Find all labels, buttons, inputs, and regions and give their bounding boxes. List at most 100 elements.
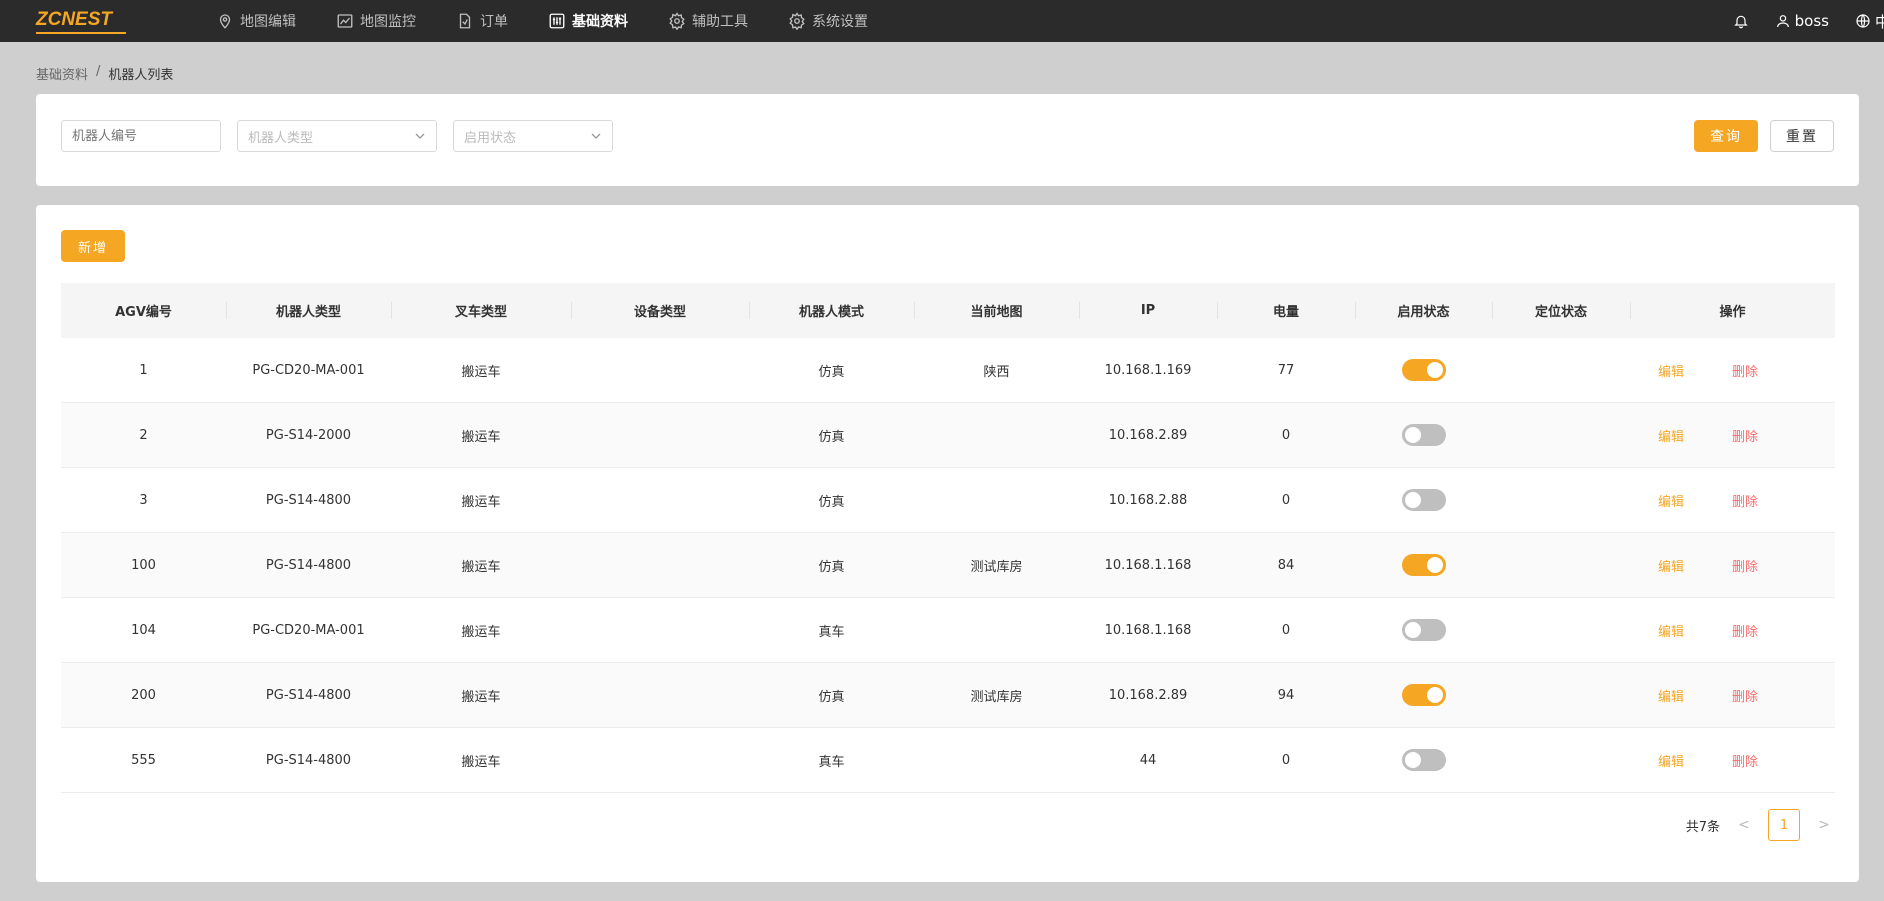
chevron-down-icon bbox=[591, 133, 601, 139]
enabled-toggle[interactable] bbox=[1401, 684, 1446, 706]
notification-button[interactable] bbox=[1733, 13, 1749, 29]
cell-actions: 编辑 删除 bbox=[1630, 468, 1835, 533]
cell-enabled bbox=[1355, 468, 1492, 533]
cell-ip: 44 bbox=[1139, 752, 1157, 768]
prev-page-button[interactable]: < bbox=[1734, 817, 1754, 833]
cell-ip: 10.168.2.88 bbox=[1108, 492, 1188, 508]
cell-agv-no: 1 bbox=[139, 362, 148, 378]
edit-link[interactable]: 编辑 bbox=[1658, 556, 1684, 575]
cell-agv-no: 104 bbox=[131, 622, 156, 638]
query-button[interactable]: 查询 bbox=[1694, 120, 1758, 152]
cell-robot-type: PG-CD20-MA-001 bbox=[252, 362, 365, 378]
logo-underline bbox=[36, 31, 126, 34]
logo-text: ZCNEST bbox=[36, 8, 112, 30]
language-switch[interactable]: 中 bbox=[1855, 11, 1884, 32]
header-robot-mode: 机器人模式 bbox=[749, 283, 914, 338]
cell-ip: 10.168.1.168 bbox=[1104, 622, 1192, 638]
edit-link[interactable]: 编辑 bbox=[1658, 621, 1684, 640]
cell-ip: 10.168.2.89 bbox=[1108, 427, 1188, 443]
header-robot-type: 机器人类型 bbox=[226, 283, 391, 338]
username: boss bbox=[1794, 12, 1829, 30]
edit-link[interactable]: 编辑 bbox=[1658, 491, 1684, 510]
next-page-button[interactable]: > bbox=[1814, 817, 1834, 833]
cell-battery: 0 bbox=[1281, 752, 1291, 768]
cell-fork-type: 搬运车 bbox=[461, 364, 501, 380]
cell-locate-status bbox=[1492, 728, 1630, 793]
enabled-toggle[interactable] bbox=[1401, 619, 1446, 641]
edit-link[interactable]: 编辑 bbox=[1658, 686, 1684, 705]
nav-item-orders[interactable]: 订单 bbox=[456, 0, 508, 42]
document-icon bbox=[459, 13, 471, 29]
cell-robot-mode: 仿真 bbox=[818, 364, 845, 380]
nav-item-label: 基础资料 bbox=[572, 14, 628, 30]
cell-battery: 84 bbox=[1277, 557, 1295, 573]
cell-enabled bbox=[1355, 598, 1492, 663]
header-actions: 操作 bbox=[1630, 283, 1835, 338]
breadcrumb-parent[interactable]: 基础资料 bbox=[36, 64, 88, 83]
breadcrumb-separator: / bbox=[96, 64, 101, 79]
status-select[interactable]: 启用状态 bbox=[453, 120, 613, 152]
table-row: 3 PG-S14-4800 搬运车 仿真 10.168.2.88 0 编辑 删除 bbox=[61, 468, 1835, 533]
gear-icon bbox=[789, 12, 805, 30]
robot-type-placeholder: 机器人类型 bbox=[248, 130, 314, 146]
cell-robot-mode: 仿真 bbox=[818, 494, 845, 510]
edit-link[interactable]: 编辑 bbox=[1658, 751, 1684, 770]
cell-fork-type: 搬运车 bbox=[461, 689, 501, 705]
nav-item-label: 地图编辑 bbox=[240, 14, 296, 30]
robot-type-select[interactable]: 机器人类型 bbox=[237, 120, 437, 152]
add-robot-button[interactable]: 新增 bbox=[61, 230, 125, 262]
user-icon bbox=[1776, 15, 1789, 28]
brand-logo[interactable]: ZCNEST bbox=[36, 6, 126, 36]
language-label: 中 bbox=[1874, 12, 1884, 31]
robot-no-input[interactable] bbox=[61, 120, 221, 152]
cell-device-type bbox=[571, 468, 749, 533]
edit-link[interactable]: 编辑 bbox=[1658, 361, 1684, 380]
cell-robot-mode: 真车 bbox=[818, 754, 845, 770]
nav-item-aux-tools[interactable]: 辅助工具 bbox=[668, 0, 748, 42]
delete-link[interactable]: 删除 bbox=[1732, 426, 1758, 445]
header-locate-status: 定位状态 bbox=[1492, 283, 1630, 338]
page-1-button[interactable]: 1 bbox=[1768, 809, 1800, 841]
enabled-toggle[interactable] bbox=[1401, 489, 1446, 511]
nav-item-label: 订单 bbox=[480, 14, 508, 30]
enabled-toggle[interactable] bbox=[1401, 554, 1446, 576]
cell-robot-type: PG-S14-4800 bbox=[265, 492, 352, 508]
edit-link[interactable]: 编辑 bbox=[1658, 426, 1684, 445]
cell-current-map: 陕西 bbox=[983, 364, 1010, 380]
cell-device-type bbox=[571, 728, 749, 793]
cell-current-map: 测试库房 bbox=[970, 559, 1023, 575]
enabled-toggle[interactable] bbox=[1401, 424, 1446, 446]
table-header: AGV编号 机器人类型 叉车类型 设备类型 机器人模式 当前地图 IP 电量 启… bbox=[61, 283, 1835, 338]
nav-item-label: 辅助工具 bbox=[692, 14, 748, 30]
nav-item-system-settings[interactable]: 系统设置 bbox=[788, 0, 868, 42]
cell-robot-mode: 真车 bbox=[818, 624, 845, 640]
cell-actions: 编辑 删除 bbox=[1630, 403, 1835, 468]
delete-link[interactable]: 删除 bbox=[1732, 556, 1758, 575]
table-row: 2 PG-S14-2000 搬运车 仿真 10.168.2.89 0 编辑 删除 bbox=[61, 403, 1835, 468]
nav-item-map-monitor[interactable]: 地图监控 bbox=[336, 0, 416, 42]
cell-agv-no: 2 bbox=[139, 427, 148, 443]
delete-link[interactable]: 删除 bbox=[1732, 491, 1758, 510]
delete-link[interactable]: 删除 bbox=[1732, 361, 1758, 380]
top-navbar: ZCNEST 地图编辑 地图监控 订单 基础资料 辅助工具 系统设置 boss … bbox=[0, 0, 1884, 42]
nav-item-basic-data[interactable]: 基础资料 bbox=[548, 0, 628, 42]
toggle-knob bbox=[1404, 427, 1421, 443]
cell-fork-type: 搬运车 bbox=[461, 559, 501, 575]
toggle-knob bbox=[1426, 362, 1443, 378]
nav-item-map-edit[interactable]: 地图编辑 bbox=[216, 0, 296, 42]
cell-enabled bbox=[1355, 338, 1492, 403]
globe-icon bbox=[1856, 14, 1870, 28]
header-enabled: 启用状态 bbox=[1355, 283, 1492, 338]
cell-robot-mode: 仿真 bbox=[818, 559, 845, 575]
cell-enabled bbox=[1355, 728, 1492, 793]
enabled-toggle[interactable] bbox=[1401, 749, 1446, 771]
cell-robot-type: PG-S14-4800 bbox=[265, 557, 352, 573]
delete-link[interactable]: 删除 bbox=[1732, 621, 1758, 640]
user-menu[interactable]: boss bbox=[1775, 12, 1829, 30]
delete-link[interactable]: 删除 bbox=[1732, 686, 1758, 705]
reset-button[interactable]: 重置 bbox=[1770, 120, 1834, 152]
table-row: 1 PG-CD20-MA-001 搬运车 仿真 陕西 10.168.1.169 77 编辑 删除 bbox=[61, 338, 1835, 403]
delete-link[interactable]: 删除 bbox=[1732, 751, 1758, 770]
cell-robot-type: PG-CD20-MA-001 bbox=[252, 622, 365, 638]
enabled-toggle[interactable] bbox=[1401, 359, 1446, 381]
